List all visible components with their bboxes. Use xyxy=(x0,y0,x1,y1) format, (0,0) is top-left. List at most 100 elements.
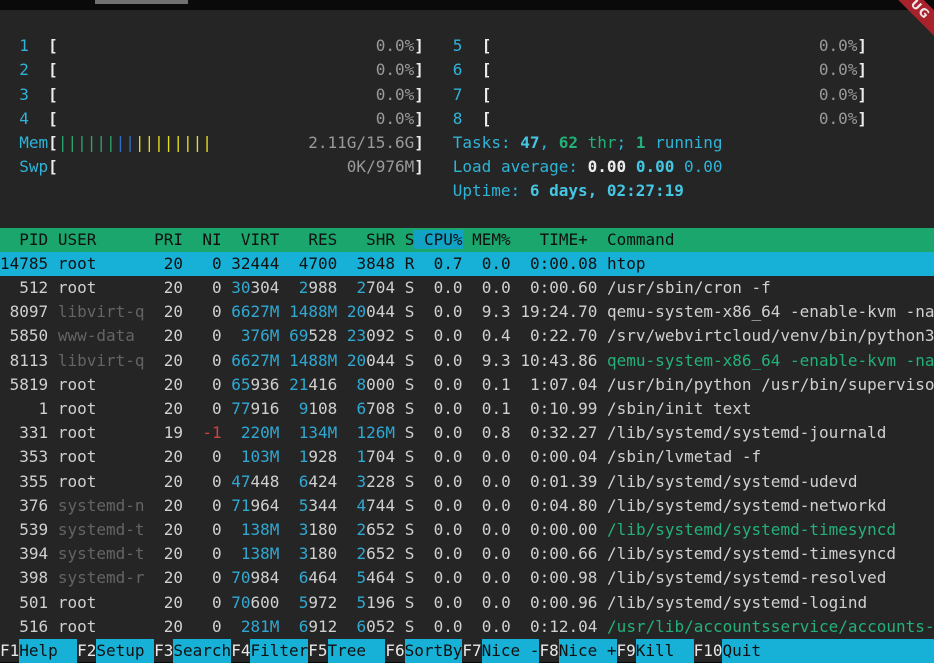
cell-command: qemu-system-x86_64 -enable-kvm -na xyxy=(607,351,934,370)
cell-shr: 8 xyxy=(357,375,367,394)
cell-time: 0:10.99 xyxy=(520,399,597,418)
fn-label: SortBy xyxy=(405,639,463,663)
fn-f1-help[interactable]: F1Help xyxy=(0,639,77,663)
process-table-header: PID USER PRI NI VIRT RES SHR S CPU% MEM%… xyxy=(0,228,934,252)
cell-cpu: 0.0 xyxy=(424,302,463,321)
cell-pid: 394 xyxy=(0,544,48,563)
process-row[interactable]: 539 systemd-t 20 0 138M 3180 2652 S 0.0 … xyxy=(0,518,934,542)
cell-cpu: 0.0 xyxy=(424,617,463,636)
cell-time: 0:00.98 xyxy=(520,568,597,587)
cell-pri: 20 xyxy=(154,351,183,370)
cell-pri: 20 xyxy=(154,254,183,273)
process-row[interactable]: 14785 root 20 0 32444 4700 3848 R 0.7 0.… xyxy=(0,252,934,276)
cell-virt: 281M xyxy=(241,617,280,636)
cell-time: 0:22.70 xyxy=(520,326,597,345)
cell-res: 6 xyxy=(299,617,309,636)
column-header-time[interactable]: TIME+ xyxy=(520,230,597,249)
fn-f8-nice[interactable]: F8Nice + xyxy=(539,639,616,663)
window-top-strip xyxy=(0,0,934,10)
cell-user: root xyxy=(58,617,145,636)
cpu-meter-value: 0.0% xyxy=(376,36,415,55)
process-row[interactable]: 5819 root 20 0 65936 21416 8000 S 0.0 0.… xyxy=(0,373,934,397)
cell-state: S xyxy=(405,399,415,418)
process-row[interactable]: 516 root 20 0 281M 6912 6052 S 0.0 0.0 0… xyxy=(0,615,934,639)
column-header-command[interactable]: Command xyxy=(607,230,674,249)
column-header-cpu[interactable]: CPU% xyxy=(414,230,462,249)
process-row[interactable]: 394 systemd-t 20 0 138M 3180 2652 S 0.0 … xyxy=(0,542,934,566)
fn-f6-sortby[interactable]: F6SortBy xyxy=(385,639,462,663)
cell-pri: 20 xyxy=(154,472,183,491)
cell-pri: 20 xyxy=(154,447,183,466)
cell-res: 9 xyxy=(299,399,309,418)
cell-state: S xyxy=(405,375,415,394)
process-row[interactable]: 331 root 19 -1 220M 134M 126M S 0.0 0.8 … xyxy=(0,421,934,445)
process-row[interactable]: 376 systemd-n 20 0 71964 5344 4744 S 0.0… xyxy=(0,494,934,518)
process-row[interactable]: 355 root 20 0 47448 6424 3228 S 0.0 0.0 … xyxy=(0,470,934,494)
cell-pid: 398 xyxy=(0,568,48,587)
cell-ni: 0 xyxy=(193,617,222,636)
fn-f10-quit[interactable]: F10Quit xyxy=(694,639,781,663)
cell-pid: 5819 xyxy=(0,375,48,394)
column-header-pri[interactable]: PRI xyxy=(154,230,183,249)
cell-virt: 6627M xyxy=(231,351,279,370)
cell-pri: 20 xyxy=(154,617,183,636)
cell-ni: -1 xyxy=(193,423,222,442)
process-row[interactable]: 353 root 20 0 103M 1928 1704 S 0.0 0.0 0… xyxy=(0,445,934,469)
fn-f2-setup[interactable]: F2Setup xyxy=(77,639,154,663)
column-header-s[interactable]: S xyxy=(405,230,415,249)
process-row[interactable]: 501 root 20 0 70600 5972 5196 S 0.0 0.0 … xyxy=(0,591,934,615)
load-5min: 0.00 xyxy=(636,157,684,176)
process-row[interactable]: 8113 libvirt-q 20 0 6627M 1488M 20044 S … xyxy=(0,349,934,373)
cell-mem: 0.0 xyxy=(472,472,511,491)
cell-state: S xyxy=(405,351,415,370)
cell-virt: 77 xyxy=(231,399,250,418)
column-header-ni[interactable]: NI xyxy=(193,230,222,249)
fn-label: Search xyxy=(173,639,231,663)
fn-f5-tree[interactable]: F5Tree xyxy=(308,639,385,663)
cell-command: /lib/systemd/systemd-timesyncd xyxy=(607,544,896,563)
fn-label: Nice + xyxy=(559,639,617,663)
fn-f7-nice[interactable]: F7Nice - xyxy=(462,639,539,663)
cell-virt: 138M xyxy=(241,544,280,563)
cell-pid: 8113 xyxy=(0,351,48,370)
cell-mem: 0.0 xyxy=(472,278,511,297)
cell-command: /lib/systemd/systemd-logind xyxy=(607,593,867,612)
fn-f9-kill[interactable]: F9Kill xyxy=(617,639,694,663)
process-row[interactable]: 5850 www-data 20 0 376M 69528 23092 S 0.… xyxy=(0,324,934,348)
fn-f3-search[interactable]: F3Search xyxy=(154,639,231,663)
cpu-meter-label: 7 xyxy=(453,85,482,104)
tasks-threads: 62 xyxy=(559,133,578,152)
column-header-res[interactable]: RES xyxy=(289,230,337,249)
cell-user: systemd-n xyxy=(58,496,145,515)
cell-time: 0:04.80 xyxy=(520,496,597,515)
cell-virt: 70 xyxy=(231,568,250,587)
process-row[interactable]: 8097 libvirt-q 20 0 6627M 1488M 20044 S … xyxy=(0,300,934,324)
cell-virt: 71 xyxy=(231,496,250,515)
cell-shr: 2 xyxy=(357,520,367,539)
cell-pri: 20 xyxy=(154,593,183,612)
cell-shr: 2 xyxy=(357,544,367,563)
fn-f4-filter[interactable]: F4Filter xyxy=(231,639,308,663)
load-average-label: Load average: xyxy=(453,157,588,176)
column-header-pid[interactable]: PID xyxy=(0,230,48,249)
blank-line xyxy=(0,204,934,228)
column-header-mem[interactable]: MEM% xyxy=(472,230,511,249)
column-header-user[interactable]: USER xyxy=(58,230,145,249)
cell-cpu: 0.0 xyxy=(424,472,463,491)
fnbar-filler xyxy=(780,639,934,663)
process-row[interactable]: 1 root 20 0 77916 9108 6708 S 0.0 0.1 0:… xyxy=(0,397,934,421)
cell-ni: 0 xyxy=(193,544,222,563)
column-header-virt[interactable]: VIRT xyxy=(231,230,279,249)
cell-cpu: 0.0 xyxy=(424,423,463,442)
fn-key: F2 xyxy=(77,639,96,663)
cell-pri: 20 xyxy=(154,375,183,394)
column-header-shr[interactable]: SHR xyxy=(347,230,395,249)
cell-state: S xyxy=(405,423,415,442)
cell-pid: 8097 xyxy=(0,302,48,321)
cell-res: 5 xyxy=(299,496,309,515)
process-row[interactable]: 398 systemd-r 20 0 70984 6464 5464 S 0.0… xyxy=(0,566,934,590)
process-row[interactable]: 512 root 20 0 30304 2988 2704 S 0.0 0.0 … xyxy=(0,276,934,300)
cell-state: S xyxy=(405,302,415,321)
cell-ni: 0 xyxy=(193,326,222,345)
window-tab[interactable] xyxy=(95,0,188,4)
